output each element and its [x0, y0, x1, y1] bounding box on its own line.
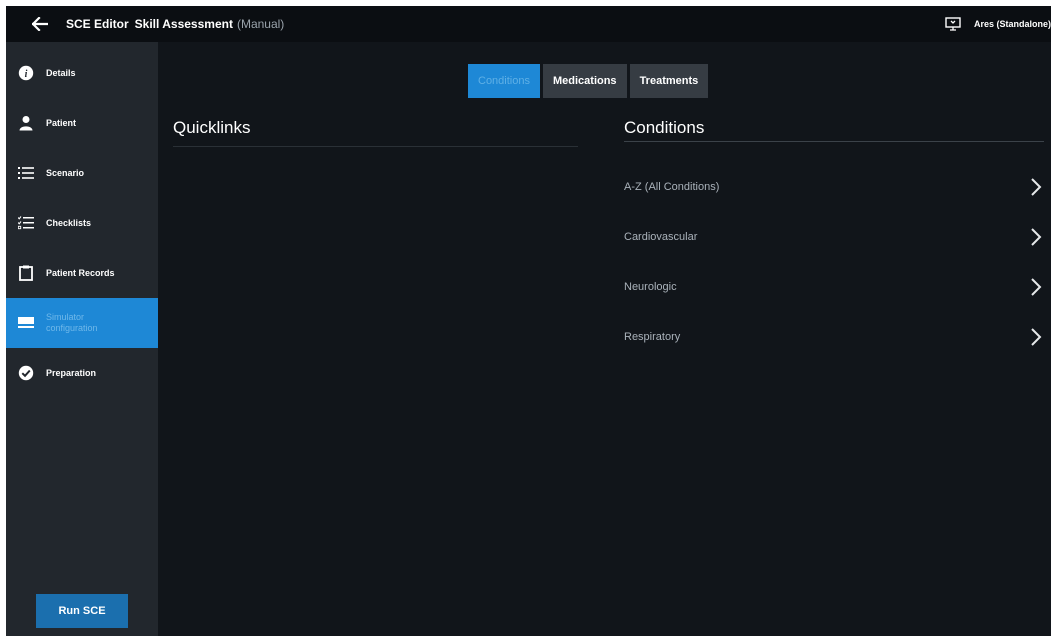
- svg-text:i: i: [25, 69, 28, 80]
- sidebar-item-label: Checklists: [46, 217, 92, 228]
- conditions-heading: Conditions: [624, 118, 705, 137]
- title-bar: SCE Editor Skill Assessment (Manual) Are…: [6, 6, 1051, 42]
- tab-bar: Conditions Medications Treatments: [468, 64, 709, 98]
- sidebar-item-checklists[interactable]: Checklists: [6, 198, 158, 248]
- chevron-right-icon: [1031, 178, 1042, 196]
- sidebar-item-details[interactable]: i Details: [6, 48, 158, 98]
- chevron-right-icon: [1031, 328, 1042, 346]
- condition-item-neurologic[interactable]: Neurologic: [624, 262, 1044, 312]
- device-label: Ares (Standalone): [973, 19, 1051, 29]
- conditions-list: A-Z (All Conditions) Cardiovascular Neur…: [624, 162, 1044, 362]
- quicklinks-divider: [173, 146, 578, 147]
- app-title: SCE Editor: [66, 17, 129, 31]
- scenario-mode: (Manual): [236, 17, 285, 31]
- sidebar-item-label: Simulator configuration: [46, 312, 98, 333]
- sidebar-item-simulator-configuration[interactable]: Simulator configuration: [6, 298, 158, 348]
- sidebar-item-label: Patient Records: [46, 267, 115, 278]
- simulator-icon: [6, 298, 46, 348]
- conditions-divider: [624, 141, 1044, 142]
- sidebar-item-label: Scenario: [46, 167, 85, 178]
- chevron-right-icon: [1031, 228, 1042, 246]
- monitor-icon[interactable]: [942, 6, 964, 42]
- tab-medications[interactable]: Medications: [542, 64, 627, 98]
- checklist-icon: [6, 198, 46, 248]
- condition-label: A-Z (All Conditions): [624, 181, 720, 193]
- tab-treatments[interactable]: Treatments: [629, 64, 709, 98]
- sidebar-item-label: Patient: [46, 117, 77, 128]
- sidebar-item-label: Details: [46, 67, 76, 78]
- condition-label: Respiratory: [624, 331, 681, 343]
- info-icon: i: [6, 48, 46, 98]
- sidebar: i Details Patient Scenario Checklists Pa…: [6, 42, 158, 636]
- sidebar-item-patient[interactable]: Patient: [6, 98, 158, 148]
- tab-conditions[interactable]: Conditions: [468, 64, 540, 98]
- clipboard-icon: [6, 248, 46, 298]
- run-sce-button[interactable]: Run SCE: [36, 594, 128, 628]
- arrow-left-icon: [32, 17, 48, 31]
- condition-item-cardiovascular[interactable]: Cardiovascular: [624, 212, 1044, 262]
- condition-label: Neurologic: [624, 281, 677, 293]
- quicklinks-heading: Quicklinks: [173, 118, 251, 137]
- condition-label: Cardiovascular: [624, 231, 698, 243]
- chevron-right-icon: [1031, 278, 1042, 296]
- back-button[interactable]: [20, 6, 60, 42]
- app-window: SCE Editor Skill Assessment (Manual) Are…: [6, 6, 1051, 636]
- device-status: Ares (Standalone): [942, 6, 1051, 42]
- scenario-title: Skill Assessment: [134, 17, 233, 31]
- check-circle-icon: [6, 348, 46, 398]
- sidebar-item-preparation[interactable]: Preparation: [6, 348, 158, 398]
- person-icon: [6, 98, 46, 148]
- sidebar-item-label: Preparation: [46, 367, 97, 378]
- list-icon: [6, 148, 46, 198]
- main-content: Conditions Medications Treatments Quickl…: [158, 42, 1051, 636]
- sidebar-item-scenario[interactable]: Scenario: [6, 148, 158, 198]
- sidebar-item-patient-records[interactable]: Patient Records: [6, 248, 158, 298]
- condition-item-a-z[interactable]: A-Z (All Conditions): [624, 162, 1044, 212]
- condition-item-respiratory[interactable]: Respiratory: [624, 312, 1044, 362]
